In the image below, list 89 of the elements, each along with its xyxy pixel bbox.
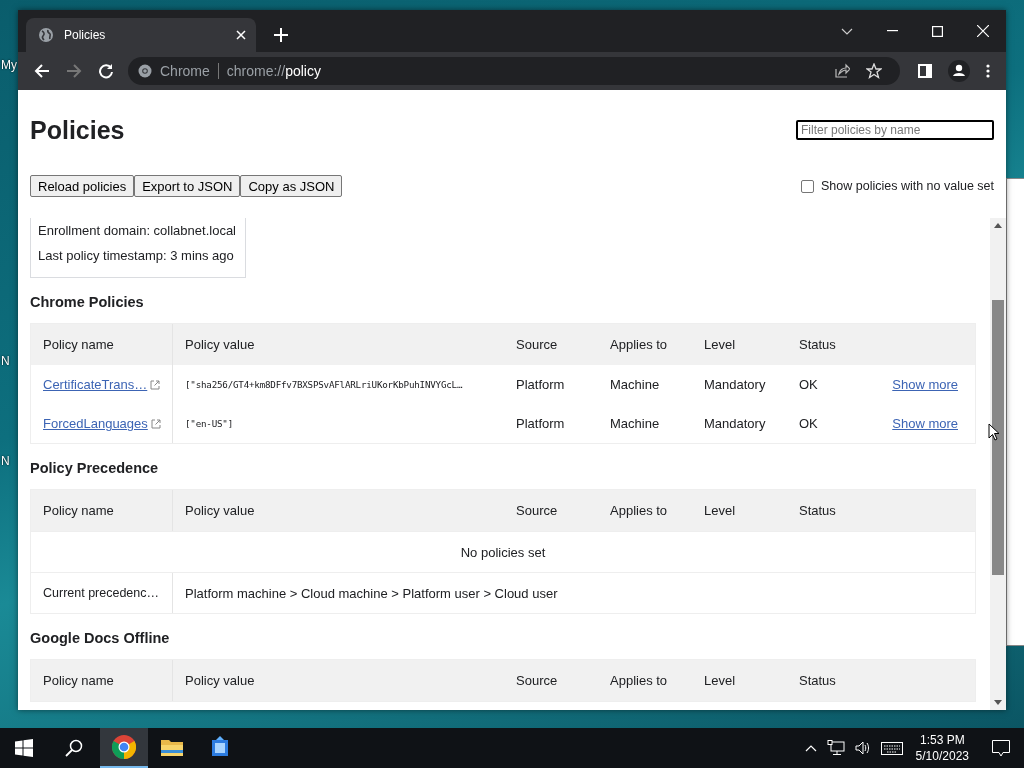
table-cell-text: OK (798, 377, 819, 392)
close-icon[interactable] (236, 30, 246, 40)
section-title: Google Docs Offline (30, 630, 171, 646)
table-cell-text: Mandatory (703, 416, 767, 431)
back-icon[interactable] (34, 63, 50, 79)
speaker-icon[interactable] (854, 741, 871, 755)
scroll-up-icon[interactable] (994, 222, 1002, 228)
column-header: Level (703, 337, 737, 352)
column-header: Applies to (609, 503, 669, 518)
column-header: Status (798, 337, 837, 352)
star-icon[interactable] (866, 63, 882, 79)
desktop-icon-label[interactable]: N (1, 454, 10, 468)
desktop-icon-label[interactable]: N (1, 354, 10, 368)
network-icon[interactable] (826, 740, 845, 756)
app-icon (210, 736, 230, 758)
column-header: Source (515, 337, 559, 352)
column-header: Policy name (31, 490, 173, 531)
column-header: Applies to (609, 673, 669, 688)
empty-message: No policies set (460, 544, 546, 560)
url-text: chrome://policy (226, 63, 321, 79)
taskbar-app[interactable] (100, 728, 148, 768)
policy-link[interactable]: CertificateTrans… (43, 377, 148, 392)
table-cell-text: Platform machine > Cloud machine > Platform user > Cloud user (184, 585, 558, 601)
column-header: Policy value (184, 337, 256, 352)
notification-icon[interactable] (992, 739, 1010, 757)
section-title: Chrome Policies (30, 294, 145, 310)
column-header: Policy name (31, 660, 173, 701)
chrome-logo-icon (138, 64, 152, 78)
table-cell-text: OK (798, 416, 819, 431)
action-button[interactable]: Export to JSON (134, 175, 241, 197)
column-header: Policy value (184, 673, 256, 688)
side-panel-icon[interactable] (918, 64, 932, 78)
show-unset-checkbox[interactable]: Show policies with no value set (801, 179, 994, 193)
column-header: Level (703, 673, 737, 688)
folder-icon (161, 738, 183, 756)
search-icon[interactable] (65, 739, 83, 757)
minimize-icon[interactable] (887, 30, 898, 32)
table-cell-text: Platform (515, 377, 566, 392)
caret-up-icon[interactable] (804, 744, 817, 752)
column-header: Policy name (31, 324, 173, 365)
new-tab-icon[interactable] (274, 28, 288, 42)
table-cell-text: Mandatory (703, 377, 767, 392)
scroll-down-icon[interactable] (994, 700, 1002, 706)
share-icon[interactable] (834, 63, 850, 79)
clock-date[interactable]: 5/10/2023 (915, 748, 969, 764)
column-header: Source (515, 673, 559, 688)
action-button[interactable]: Copy as JSON (240, 175, 343, 197)
page-title: Policies (30, 115, 125, 145)
address-bar[interactable]: Chrome chrome://policy (128, 57, 900, 85)
maximize-icon[interactable] (932, 25, 943, 37)
show-more-link[interactable]: Show more (892, 377, 958, 392)
keyboard-icon[interactable] (880, 741, 903, 755)
table-cell-text: ["en-US"] (184, 418, 234, 429)
windows-start-icon[interactable] (15, 739, 33, 757)
external-link-icon[interactable] (150, 418, 161, 429)
status-text: Last policy timestamp: 3 mins ago (38, 247, 235, 265)
globe-icon (38, 27, 54, 43)
chrome-logo-icon (112, 735, 136, 759)
profile-icon[interactable] (948, 60, 970, 82)
table-cell-text: Machine (609, 377, 661, 392)
tab-title: Policies (64, 28, 107, 42)
column-header: Policy value (184, 503, 256, 518)
column-header: Applies to (609, 337, 669, 352)
scrollbar[interactable] (990, 218, 1006, 710)
table-cell-text: Platform (515, 416, 566, 431)
column-header: Level (703, 503, 737, 518)
status-text: Enrollment domain: collabnet.local (38, 222, 237, 240)
column-header: Status (798, 503, 837, 518)
table-cell: Current precedenc… (31, 573, 173, 613)
section-title: Policy Precedence (30, 460, 160, 476)
close-icon[interactable] (977, 25, 989, 37)
browser-tab[interactable]: Policies (26, 18, 256, 52)
reload-icon[interactable] (98, 63, 114, 79)
clock-time[interactable]: 1:53 PM (919, 732, 965, 748)
mouse-pointer-icon (988, 423, 1000, 441)
site-label: Chrome (160, 63, 210, 79)
desktop-icon-label[interactable]: My (1, 58, 17, 72)
show-more-link[interactable]: Show more (892, 416, 958, 431)
external-link-icon[interactable] (150, 379, 161, 390)
forward-icon[interactable] (66, 63, 82, 79)
table-cell-text: Machine (609, 416, 661, 431)
table-cell-text: ["sha256/GT4+km8DFfv7BXSPSvAFlARLriUKorKbPuhINVYGcL… (184, 379, 464, 390)
column-header: Status (798, 673, 837, 688)
menu-icon[interactable] (986, 64, 990, 78)
policy-link[interactable]: ForcedLanguages (43, 416, 148, 431)
column-header: Source (515, 503, 559, 518)
chevron-down-icon[interactable] (841, 27, 853, 35)
filter-field[interactable]: Filter policies by name (796, 120, 994, 140)
action-button[interactable]: Reload policies (30, 175, 135, 197)
